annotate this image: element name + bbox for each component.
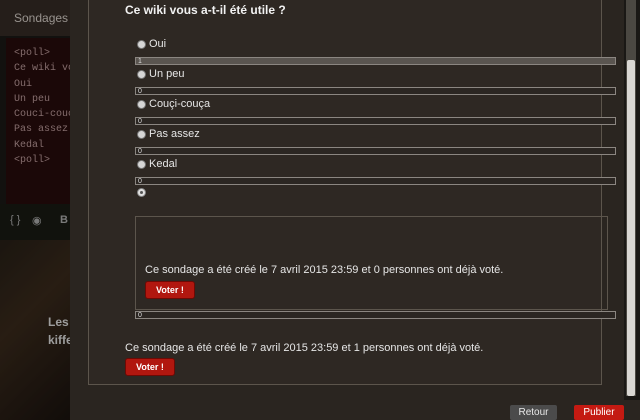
vote-bar: 1 xyxy=(135,57,616,65)
vote-bar: 0 xyxy=(135,311,616,319)
nested-poll-created-text: Ce sondage a été créé le 7 avril 2015 23… xyxy=(145,264,504,276)
vote-bar: 0 xyxy=(135,87,616,95)
radio-button[interactable] xyxy=(137,159,146,169)
publier-button[interactable]: Publier xyxy=(574,405,624,420)
radio-button[interactable] xyxy=(137,69,146,79)
option-label: Couçi-couça xyxy=(149,98,211,110)
nested-vote-button[interactable]: Voter ! xyxy=(145,281,195,299)
poll-created-text: Ce sondage a été créé le 7 avril 2015 23… xyxy=(125,342,484,354)
nested-poll-box xyxy=(135,216,608,310)
vote-bar: 0 xyxy=(135,117,616,125)
poll-panel: Ce wiki vous a-t-il été utile ? Oui 1 Un… xyxy=(88,0,616,385)
vote-count: 0 xyxy=(138,88,142,95)
vote-button[interactable]: Voter ! xyxy=(125,358,175,376)
poll-option-extra[interactable] xyxy=(137,188,149,197)
option-label: Pas assez xyxy=(149,128,200,140)
poll-option[interactable]: Couçi-couça xyxy=(137,98,210,110)
vote-bar: 0 xyxy=(135,177,616,185)
poll-preview-modal: Ce wiki vous a-t-il été utile ? Oui 1 Un… xyxy=(70,0,624,400)
radio-button[interactable] xyxy=(137,129,146,139)
poll-option[interactable]: Un peu xyxy=(137,68,184,80)
poll-option[interactable]: Oui xyxy=(137,38,166,50)
option-label: Kedal xyxy=(149,158,178,170)
vote-bar-fill xyxy=(136,58,615,64)
vote-count: 1 xyxy=(138,58,142,65)
poll-option[interactable]: Kedal xyxy=(137,158,177,170)
vote-count: 0 xyxy=(138,148,142,155)
vote-count: 0 xyxy=(138,312,142,319)
poll-option[interactable]: Pas assez xyxy=(137,128,200,140)
vote-count: 0 xyxy=(138,178,142,185)
radio-button-selected[interactable] xyxy=(137,188,146,197)
retour-button[interactable]: Retour xyxy=(510,405,557,420)
option-label: Un peu xyxy=(149,68,185,80)
poll-question: Ce wiki vous a-t-il été utile ? xyxy=(125,3,286,17)
radio-button[interactable] xyxy=(137,39,146,49)
vote-bar: 0 xyxy=(135,147,616,155)
vote-count: 0 xyxy=(138,118,142,125)
scrollbar-thumb[interactable] xyxy=(627,60,635,396)
radio-button[interactable] xyxy=(137,99,146,109)
option-label: Oui xyxy=(149,38,167,50)
